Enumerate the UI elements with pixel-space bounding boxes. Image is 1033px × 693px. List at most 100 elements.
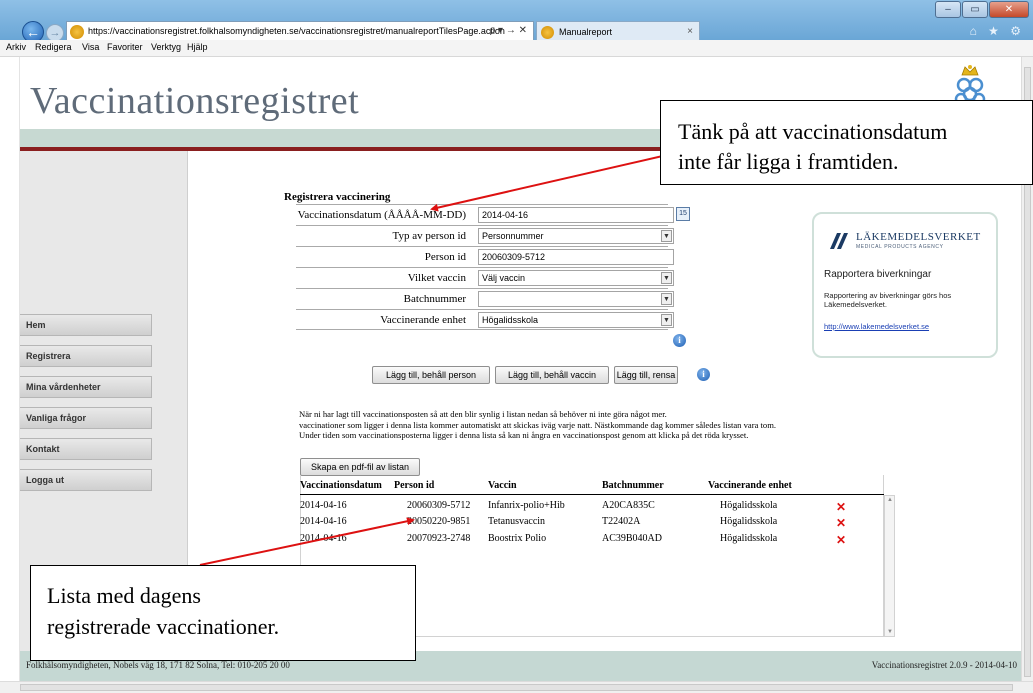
callout-line: inte får ligga i framtiden. (678, 149, 899, 174)
report-side-effects-heading: Rapportera biverkningar (824, 269, 932, 280)
vaccine-select[interactable]: Välj vaccin ▼ (478, 270, 674, 286)
scroll-up-icon[interactable]: ▲ (887, 497, 893, 503)
callout-line: registrerade vaccinationer. (47, 614, 280, 639)
unit-label: Vaccinerande enhet (380, 314, 466, 326)
tab-close-icon[interactable]: × (687, 26, 693, 37)
sidebar-item-registrera[interactable]: Registrera (20, 345, 152, 367)
lakemedelsverket-name: LÄKEMEDELSVERKET (856, 231, 981, 243)
vaccine-label: Vilket vaccin (407, 272, 466, 284)
table-cell: A20CA835C (602, 500, 655, 511)
info-icon[interactable]: i (673, 334, 686, 347)
sidebar-item-hem[interactable]: Hem (20, 314, 152, 336)
chevron-down-icon[interactable]: ▼ (661, 272, 672, 284)
sidebar-item-kontakt[interactable]: Kontakt (20, 438, 152, 460)
menu-hjalp[interactable]: Hjälp (187, 42, 208, 52)
form-row-date: Vaccinationsdatum (ÅÅÅÅ-MM-DD) 2014-04-1… (296, 204, 690, 225)
table-cell: 20050220-9851 (407, 516, 471, 527)
delete-row-icon[interactable]: ✕ (836, 534, 846, 546)
form-row-vaccine: Vilket vaccin Välj vaccin ▼ (296, 267, 674, 288)
create-pdf-button[interactable]: Skapa en pdf-fil av listan (300, 458, 420, 476)
table-cell: Högalidsskola (720, 533, 778, 544)
lakemedelsverket-link[interactable]: http://www.lakemedelsverket.se (824, 322, 929, 331)
menu-favoriter[interactable]: Favoriter (107, 42, 143, 52)
callout-line: Tänk på att vaccinationsdatum (678, 119, 948, 144)
menu-bar: Arkiv Redigera Visa Favoriter Verktyg Hj… (0, 40, 1033, 57)
batch-select[interactable]: ▼ (478, 291, 674, 307)
delete-row-icon[interactable]: ✕ (836, 501, 846, 513)
minimize-button[interactable]: – (935, 1, 961, 18)
add-keep-vaccine-button[interactable]: Lägg till, behåll vaccin (495, 366, 609, 384)
person-id-label: Person id (424, 251, 466, 263)
sidebar-item-logga-ut[interactable]: Logga ut (20, 469, 152, 491)
table-cell: Tetanusvaccin (488, 516, 546, 527)
batch-label: Batchnummer (403, 293, 466, 305)
chevron-down-icon[interactable]: ▼ (661, 314, 672, 326)
home-favorites-settings-icons[interactable]: ⌂ ★ ⚙ (970, 24, 1025, 38)
footer-address: Folkhälsomyndigheten, Nobels väg 18, 171… (26, 660, 290, 670)
page-horizontal-scrollbar[interactable] (0, 681, 1033, 693)
table-cell: AC39B040AD (602, 533, 663, 544)
sidebar-item-mina-vardenheter[interactable]: Mina vårdenheter (20, 376, 152, 398)
sidebar-item-vanliga-fragor[interactable]: Vanliga frågor (20, 407, 152, 429)
id-type-value: Personnummer (482, 231, 544, 241)
table-cell: 2014-04-16 (300, 533, 347, 544)
form-title: Registrera vaccinering (284, 191, 391, 203)
add-keep-person-button[interactable]: Lägg till, behåll person (372, 366, 490, 384)
menu-verktyg[interactable]: Verktyg (151, 42, 181, 52)
url-scheme: https:// (88, 26, 116, 36)
calendar-icon[interactable]: 15 (676, 207, 690, 221)
column-header-unit: Vaccinerande enhet (708, 480, 792, 491)
url-host: vaccinationsregistret.folkhalsomyndighet… (115, 26, 299, 36)
tab-favicon-icon (541, 26, 554, 39)
delete-row-icon[interactable]: ✕ (836, 517, 846, 529)
table-cell: Boostrix Polio (488, 533, 547, 544)
chevron-down-icon[interactable]: ▼ (661, 230, 672, 242)
form-row-unit: Vaccinerande enhet Högalidsskola ▼ (296, 309, 674, 330)
chevron-down-icon[interactable]: ▼ (661, 293, 672, 305)
form-row-batch: Batchnummer ▼ (296, 288, 674, 309)
column-header-batch: Batchnummer (602, 480, 664, 491)
person-id-input[interactable]: 20060309-5712 (478, 249, 674, 265)
lakemedelsverket-logo-icon (830, 233, 848, 249)
id-type-label: Typ av person id (392, 230, 466, 242)
window-controls: – ▭ ✕ (934, 1, 1029, 19)
table-cell: Infanrix-polio+Hib (488, 500, 565, 511)
column-header-person-id: Person id (394, 480, 435, 491)
vaccine-value: Välj vaccin (482, 273, 526, 283)
menu-redigera[interactable]: Redigera (35, 42, 72, 52)
table-cell: 2014-04-16 (300, 516, 347, 527)
site-logo-title[interactable]: Vaccinationsregistret (30, 79, 359, 123)
callout-line: Lista med dagens (47, 583, 201, 608)
form-row-id-type: Typ av person id Personnummer ▼ (296, 225, 674, 246)
page-left-margin (0, 57, 20, 681)
menu-visa[interactable]: Visa (82, 42, 99, 52)
close-window-button[interactable]: ✕ (989, 1, 1029, 18)
date-input[interactable]: 2014-04-16 (478, 207, 674, 223)
unit-select[interactable]: Högalidsskola ▼ (478, 312, 674, 328)
list-callout: Lista med dagens registrerade vaccinatio… (30, 565, 416, 661)
instructions-line: Under tiden som vaccinationsposterna lig… (299, 430, 749, 440)
info-icon[interactable]: i (697, 368, 710, 381)
table-scrollbar[interactable]: ▲ ▼ (884, 495, 895, 637)
tab-title: Manualreport (559, 27, 613, 37)
url-text[interactable]: https://vaccinationsregistret.folkhalsom… (88, 26, 505, 36)
address-tools-icons[interactable]: ρ ▾ → ✕ (490, 25, 527, 36)
table-cell: 20060309-5712 (407, 500, 471, 511)
add-clear-button[interactable]: Lägg till, rensa (614, 366, 678, 384)
menu-arkiv[interactable]: Arkiv (6, 42, 26, 52)
table-cell: 20070923-2748 (407, 533, 471, 544)
footer-version: Vaccinationsregistret 2.0.9 - 2014-04-10 (871, 660, 1017, 670)
site-icon (70, 25, 84, 39)
scrollbar-thumb[interactable] (20, 684, 1013, 691)
form-row-person-id: Person id 20060309-5712 (296, 246, 674, 267)
table-header-rule (300, 494, 884, 495)
report-side-effects-text: Rapportering av biverkningar görs hos Lä… (824, 291, 952, 309)
scroll-down-icon[interactable]: ▼ (887, 629, 893, 635)
maximize-button[interactable]: ▭ (962, 1, 988, 18)
column-header-date: Vaccinationsdatum (300, 480, 382, 491)
lakemedelsverket-box: LÄKEMEDELSVERKET MEDICAL PRODUCTS AGENCY… (812, 212, 998, 358)
id-type-select[interactable]: Personnummer ▼ (478, 228, 674, 244)
url-path: /vaccinationsregistret/manualreportTiles… (298, 26, 505, 36)
column-header-vaccine: Vaccin (488, 480, 517, 491)
lakemedelsverket-subtitle: MEDICAL PRODUCTS AGENCY (856, 244, 944, 250)
